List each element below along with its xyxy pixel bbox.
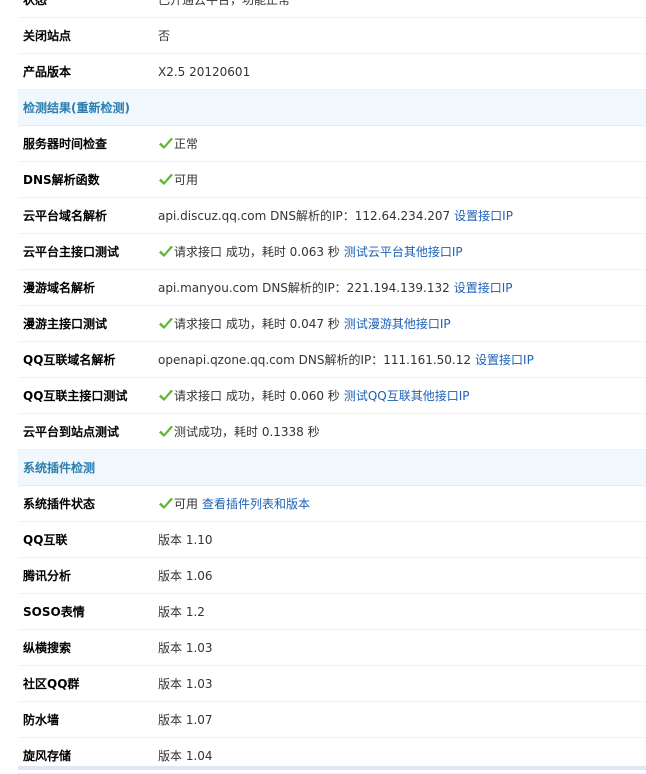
value-text: api.manyou.com DNS解析的IP：221.194.139.132 [158, 281, 450, 295]
check-row: QQ互联主接口测试 请求接口 成功，耗时 0.060 秒测试QQ互联其他接口IP [18, 378, 646, 414]
row-label: 云平台到站点测试 [23, 425, 120, 439]
action-link[interactable]: 测试云平台其他接口IP [344, 243, 463, 260]
plugin-row: 防水墙 版本 1.07 [18, 702, 646, 738]
diagnostics-table: 状态 已开通云平台，功能正常关闭站点 否产品版本 X2.5 20120601 检测结果(… [18, 0, 646, 774]
row-value: 请求接口 成功，耗时 0.047 秒测试漫游其他接口IP [158, 315, 646, 332]
plugin-row: SOSO表情 版本 1.2 [18, 594, 646, 630]
row-value: 版本 1.04 [158, 747, 646, 764]
row-value: 版本 1.03 [158, 639, 646, 656]
row-label: 系统插件状态 [23, 497, 96, 511]
check-row: 漫游域名解析 api.manyou.com DNS解析的IP：221.194.13… [18, 270, 646, 306]
row-value: 请求接口 成功，耗时 0.060 秒测试QQ互联其他接口IP [158, 387, 646, 404]
check-icon [159, 245, 173, 257]
action-link[interactable]: 设置接口IP [454, 207, 513, 224]
action-link[interactable]: 查看插件列表和版本 [202, 495, 310, 512]
plugin-row: 纵横搜索 版本 1.03 [18, 630, 646, 666]
row-label: 防水墙 [23, 713, 60, 727]
check-icon [159, 497, 173, 509]
row-value: 可用 [158, 171, 646, 188]
check-row: 漫游主接口测试 请求接口 成功，耗时 0.047 秒测试漫游其他接口IP [18, 306, 646, 342]
info-row: 状态 已开通云平台，功能正常 [18, 0, 646, 18]
row-value: 版本 1.10 [158, 531, 646, 548]
value-text: 否 [158, 29, 171, 43]
check-icon [159, 173, 173, 185]
row-label: QQ互联 [23, 533, 68, 547]
action-link[interactable]: 设置接口IP [475, 351, 534, 368]
row-label: 产品版本 [23, 65, 72, 79]
row-label: QQ互联域名解析 [23, 353, 116, 367]
row-label: 状态 [23, 0, 48, 7]
value-text: 版本 1.2 [158, 605, 205, 619]
value-text: 可用 [174, 497, 199, 511]
check-icon [159, 137, 173, 149]
row-value: api.discuz.qq.com DNS解析的IP：112.64.234.20… [158, 207, 646, 224]
value-text: 版本 1.03 [158, 677, 213, 691]
row-value: 已开通云平台，功能正常 [158, 0, 646, 8]
value-text: 版本 1.10 [158, 533, 213, 547]
value-text: 版本 1.07 [158, 713, 213, 727]
row-label: 旋风存储 [23, 749, 72, 763]
row-value: 正常 [158, 135, 646, 152]
check-row: QQ互联域名解析 openapi.qzone.qq.com DNS解析的IP：11… [18, 342, 646, 378]
info-row: 产品版本 X2.5 20120601 [18, 54, 646, 90]
row-value: 请求接口 成功，耗时 0.063 秒测试云平台其他接口IP [158, 243, 646, 260]
check-icon [159, 317, 173, 329]
row-label: SOSO表情 [23, 605, 85, 619]
row-label: 社区QQ群 [23, 677, 80, 691]
plugin-row: QQ互联 版本 1.10 [18, 522, 646, 558]
check-icon [159, 425, 173, 437]
section-header-check: 检测结果(重新检测) [18, 90, 646, 126]
row-value: 可用 查看插件列表和版本 [158, 495, 646, 512]
value-text: 测试成功，耗时 0.1338 秒 [174, 425, 320, 439]
action-link[interactable]: 测试QQ互联其他接口IP [344, 387, 470, 404]
action-link[interactable]: 测试漫游其他接口IP [344, 315, 451, 332]
row-value: 测试成功，耗时 0.1338 秒 [158, 423, 646, 440]
row-label: QQ互联主接口测试 [23, 389, 128, 403]
check-row: 云平台域名解析 api.discuz.qq.com DNS解析的IP：112.64… [18, 198, 646, 234]
value-text: 版本 1.06 [158, 569, 213, 583]
value-text: 版本 1.03 [158, 641, 213, 655]
row-label: 服务器时间检查 [23, 137, 108, 151]
value-text: 已开通云平台，功能正常 [158, 0, 291, 7]
value-text: X2.5 20120601 [158, 64, 251, 79]
plugin-row: 社区QQ群 版本 1.03 [18, 666, 646, 702]
value-text: 请求接口 成功，耗时 0.047 秒 [174, 317, 340, 331]
row-value: 版本 1.07 [158, 711, 646, 728]
section-title[interactable]: 系统插件检测 [23, 459, 95, 476]
plugin-row: 系统插件状态 可用 查看插件列表和版本 [18, 486, 646, 522]
value-text: 请求接口 成功，耗时 0.060 秒 [174, 389, 340, 403]
section-header-plugins: 系统插件检测 [18, 450, 646, 486]
plugin-row: 腾讯分析 版本 1.06 [18, 558, 646, 594]
check-row: 服务器时间检查 正常 [18, 126, 646, 162]
row-label: 关闭站点 [23, 29, 72, 43]
row-value: 版本 1.06 [158, 567, 646, 584]
row-value: openapi.qzone.qq.com DNS解析的IP：111.161.50… [158, 351, 646, 368]
check-icon [159, 389, 173, 401]
row-label: 纵横搜索 [23, 641, 72, 655]
check-row: 云平台主接口测试 请求接口 成功，耗时 0.063 秒测试云平台其他接口IP [18, 234, 646, 270]
table-bottom-border [18, 766, 646, 770]
row-value: 否 [158, 27, 646, 44]
row-label: 漫游主接口测试 [23, 317, 108, 331]
row-value: 版本 1.03 [158, 675, 646, 692]
value-text: 版本 1.04 [158, 749, 213, 763]
row-value: api.manyou.com DNS解析的IP：221.194.139.132 设… [158, 279, 646, 296]
check-row: DNS解析函数 可用 [18, 162, 646, 198]
action-link[interactable]: 设置接口IP [454, 279, 513, 296]
row-label: 云平台域名解析 [23, 209, 108, 223]
value-text: api.discuz.qq.com DNS解析的IP：112.64.234.20… [158, 209, 451, 223]
value-text: 正常 [174, 137, 199, 151]
section-title[interactable]: 检测结果(重新检测) [23, 99, 130, 116]
value-text: 可用 [174, 173, 199, 187]
row-label: DNS解析函数 [23, 173, 100, 187]
row-label: 云平台主接口测试 [23, 245, 120, 259]
info-row: 关闭站点 否 [18, 18, 646, 54]
row-value: X2.5 20120601 [158, 65, 646, 79]
value-text: openapi.qzone.qq.com DNS解析的IP：111.161.50… [158, 353, 472, 367]
row-label: 漫游域名解析 [23, 281, 96, 295]
value-text: 请求接口 成功，耗时 0.063 秒 [174, 245, 340, 259]
row-value: 版本 1.2 [158, 603, 646, 620]
row-label: 腾讯分析 [23, 569, 72, 583]
check-row: 云平台到站点测试 测试成功，耗时 0.1338 秒 [18, 414, 646, 450]
